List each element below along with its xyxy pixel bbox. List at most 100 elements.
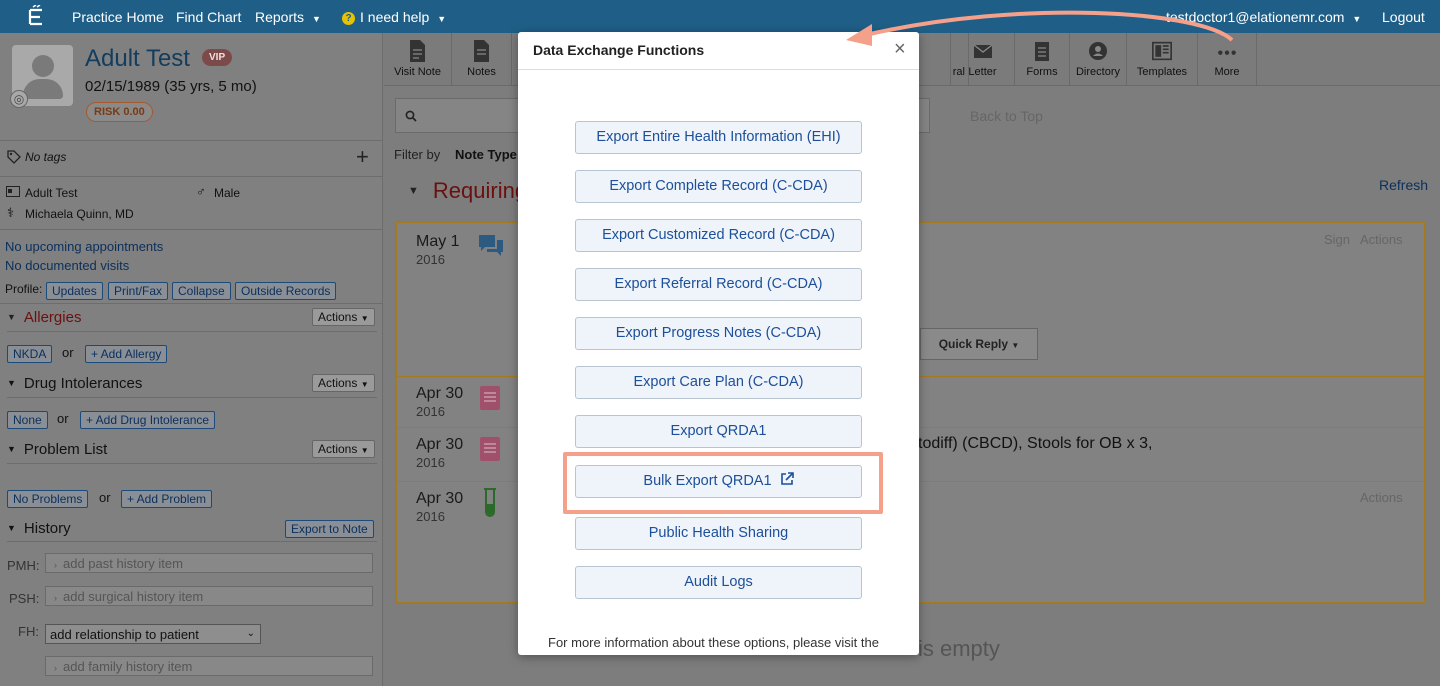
nav-find-chart[interactable]: Find Chart	[176, 9, 241, 25]
export-ehi-button[interactable]: Export Entire Health Information (EHI)	[575, 121, 862, 154]
history-title: History	[23, 520, 71, 537]
add-problem-button[interactable]: + Add Problem	[121, 490, 213, 508]
visits-link[interactable]: No documented visits	[5, 258, 129, 273]
directory-label: Directory	[1075, 66, 1120, 78]
export-care-plan-button[interactable]: Export Care Plan (C-CDA)	[575, 366, 862, 399]
forms-label: Forms	[1026, 66, 1058, 78]
psh-input[interactable]: › add surgical history item	[45, 586, 373, 606]
pmh-input[interactable]: › add past history item	[45, 553, 373, 573]
chevron-down-icon: ⌄	[246, 628, 255, 639]
user-email: testdoctor1@elationemr.com	[1166, 9, 1345, 25]
drug-intolerances-header[interactable]: ▼ Drug Intolerances	[7, 375, 142, 392]
letter-button[interactable]: Letter	[950, 33, 1015, 86]
nav-reports-label: Reports	[255, 9, 305, 25]
notes-icon	[473, 40, 489, 62]
note-date: Apr 30	[416, 436, 464, 453]
print-fax-button[interactable]: Print/Fax	[108, 282, 169, 300]
vip-badge: VIP	[202, 49, 233, 66]
updates-button[interactable]: Updates	[46, 282, 103, 300]
close-icon[interactable]: ×	[894, 38, 906, 61]
actions-link[interactable]: Actions	[1360, 232, 1403, 247]
export-progress-notes-button[interactable]: Export Progress Notes (C-CDA)	[575, 317, 862, 350]
templates-icon	[1152, 41, 1172, 61]
filter-by-label: Filter by	[394, 147, 441, 162]
appointments-link[interactable]: No upcoming appointments	[5, 239, 163, 254]
clipboard-icon	[1035, 42, 1049, 61]
public-health-sharing-button[interactable]: Public Health Sharing	[575, 517, 862, 550]
none-button[interactable]: None	[7, 411, 48, 429]
allergies-actions-button[interactable]: Actions ▼	[312, 308, 375, 326]
note-document-icon	[480, 386, 500, 410]
back-to-top-link[interactable]: Back to Top	[970, 108, 1043, 124]
help-icon: ?	[342, 12, 355, 25]
tags-label: No tags	[25, 150, 67, 164]
history-header[interactable]: ▼ History	[7, 520, 71, 537]
risk-badge[interactable]: RISK 0.00	[86, 102, 153, 122]
avatar[interactable]: ◎	[10, 45, 73, 108]
fh-input[interactable]: › add family history item	[45, 656, 373, 676]
export-referral-record-button[interactable]: Export Referral Record (C-CDA)	[575, 268, 862, 301]
nkda-button[interactable]: NKDA	[7, 345, 53, 363]
fh-select-value: add relationship to patient	[50, 627, 199, 642]
nav-reports[interactable]: Reports ▼	[255, 9, 321, 25]
note-type-filter[interactable]: Note Type	[455, 147, 517, 162]
search-icon	[405, 110, 417, 122]
fh-relationship-select[interactable]: add relationship to patient ⌄	[45, 624, 261, 644]
patient-name[interactable]: Adult Test	[85, 45, 190, 73]
visit-note-button[interactable]: Visit Note	[384, 33, 452, 86]
collapse-triangle-icon: ▼	[7, 312, 16, 322]
forms-button[interactable]: Forms	[1015, 33, 1070, 86]
audit-logs-button[interactable]: Audit Logs	[575, 566, 862, 599]
note-date: Apr 30	[416, 385, 464, 402]
document-icon	[409, 40, 425, 62]
or-text: or	[62, 345, 74, 360]
nav-help-label: I need help	[360, 9, 430, 25]
sign-link[interactable]: Sign	[1324, 232, 1350, 247]
user-menu[interactable]: testdoctor1@elationemr.com ▼	[1166, 9, 1361, 25]
directory-icon	[1089, 42, 1107, 60]
nav-help[interactable]: ? I need help ▼	[342, 9, 446, 25]
nav-practice-home[interactable]: Practice Home	[72, 9, 164, 25]
male-icon: ♂	[196, 184, 206, 199]
add-drug-intolerance-button[interactable]: + Add Drug Intolerance	[80, 411, 216, 429]
psh-label: PSH:	[9, 591, 40, 606]
drug-actions-button[interactable]: Actions ▼	[312, 374, 375, 392]
export-customized-record-button[interactable]: Export Customized Record (C-CDA)	[575, 219, 862, 252]
highlight-box	[563, 452, 883, 514]
templates-button[interactable]: Templates	[1127, 33, 1198, 86]
quick-reply-button[interactable]: Quick Reply ▼	[920, 328, 1038, 360]
chevron-right-icon: ›	[54, 663, 57, 673]
export-qrda1-button[interactable]: Export QRDA1	[575, 415, 862, 448]
allergies-actions-label: Actions	[318, 310, 358, 324]
collapse-button[interactable]: Collapse	[172, 282, 231, 300]
requiring-section-header[interactable]: ▼ Requiring	[408, 178, 527, 204]
drug-actions-label: Actions	[318, 376, 358, 390]
collapse-triangle-icon: ▼	[408, 185, 419, 197]
divider	[7, 397, 377, 398]
more-button[interactable]: More	[1198, 33, 1257, 86]
problem-list-header[interactable]: ▼ Problem List	[7, 441, 107, 458]
more-dots-icon	[1218, 50, 1236, 55]
allergies-header[interactable]: ▼ Allergies	[7, 309, 81, 326]
divider	[0, 176, 383, 177]
modal-footer-text: For more information about these options…	[548, 635, 879, 650]
envelope-icon	[973, 44, 992, 58]
logout-link[interactable]: Logout	[1382, 9, 1425, 25]
chevron-down-icon: ▼	[1011, 341, 1020, 350]
patient-sex: Male	[214, 186, 241, 200]
actions-link[interactable]: Actions	[1360, 490, 1403, 505]
add-allergy-button[interactable]: + Add Allergy	[85, 345, 168, 363]
globe-icon[interactable]: ◎	[10, 90, 28, 108]
refresh-link[interactable]: Refresh	[1379, 177, 1428, 193]
no-problems-button[interactable]: No Problems	[7, 490, 89, 508]
problems-actions-button[interactable]: Actions ▼	[312, 440, 375, 458]
export-to-note-button[interactable]: Export to Note	[285, 520, 374, 538]
directory-button[interactable]: Directory	[1070, 33, 1127, 86]
export-complete-record-button[interactable]: Export Complete Record (C-CDA)	[575, 170, 862, 203]
fh-placeholder: add family history item	[63, 659, 193, 674]
outside-records-button[interactable]: Outside Records	[235, 282, 337, 300]
elation-logo-icon[interactable]	[24, 5, 48, 29]
add-tag-icon[interactable]: +	[356, 144, 369, 170]
note-date: May 1	[416, 233, 460, 250]
notes-button[interactable]: Notes	[452, 33, 512, 86]
